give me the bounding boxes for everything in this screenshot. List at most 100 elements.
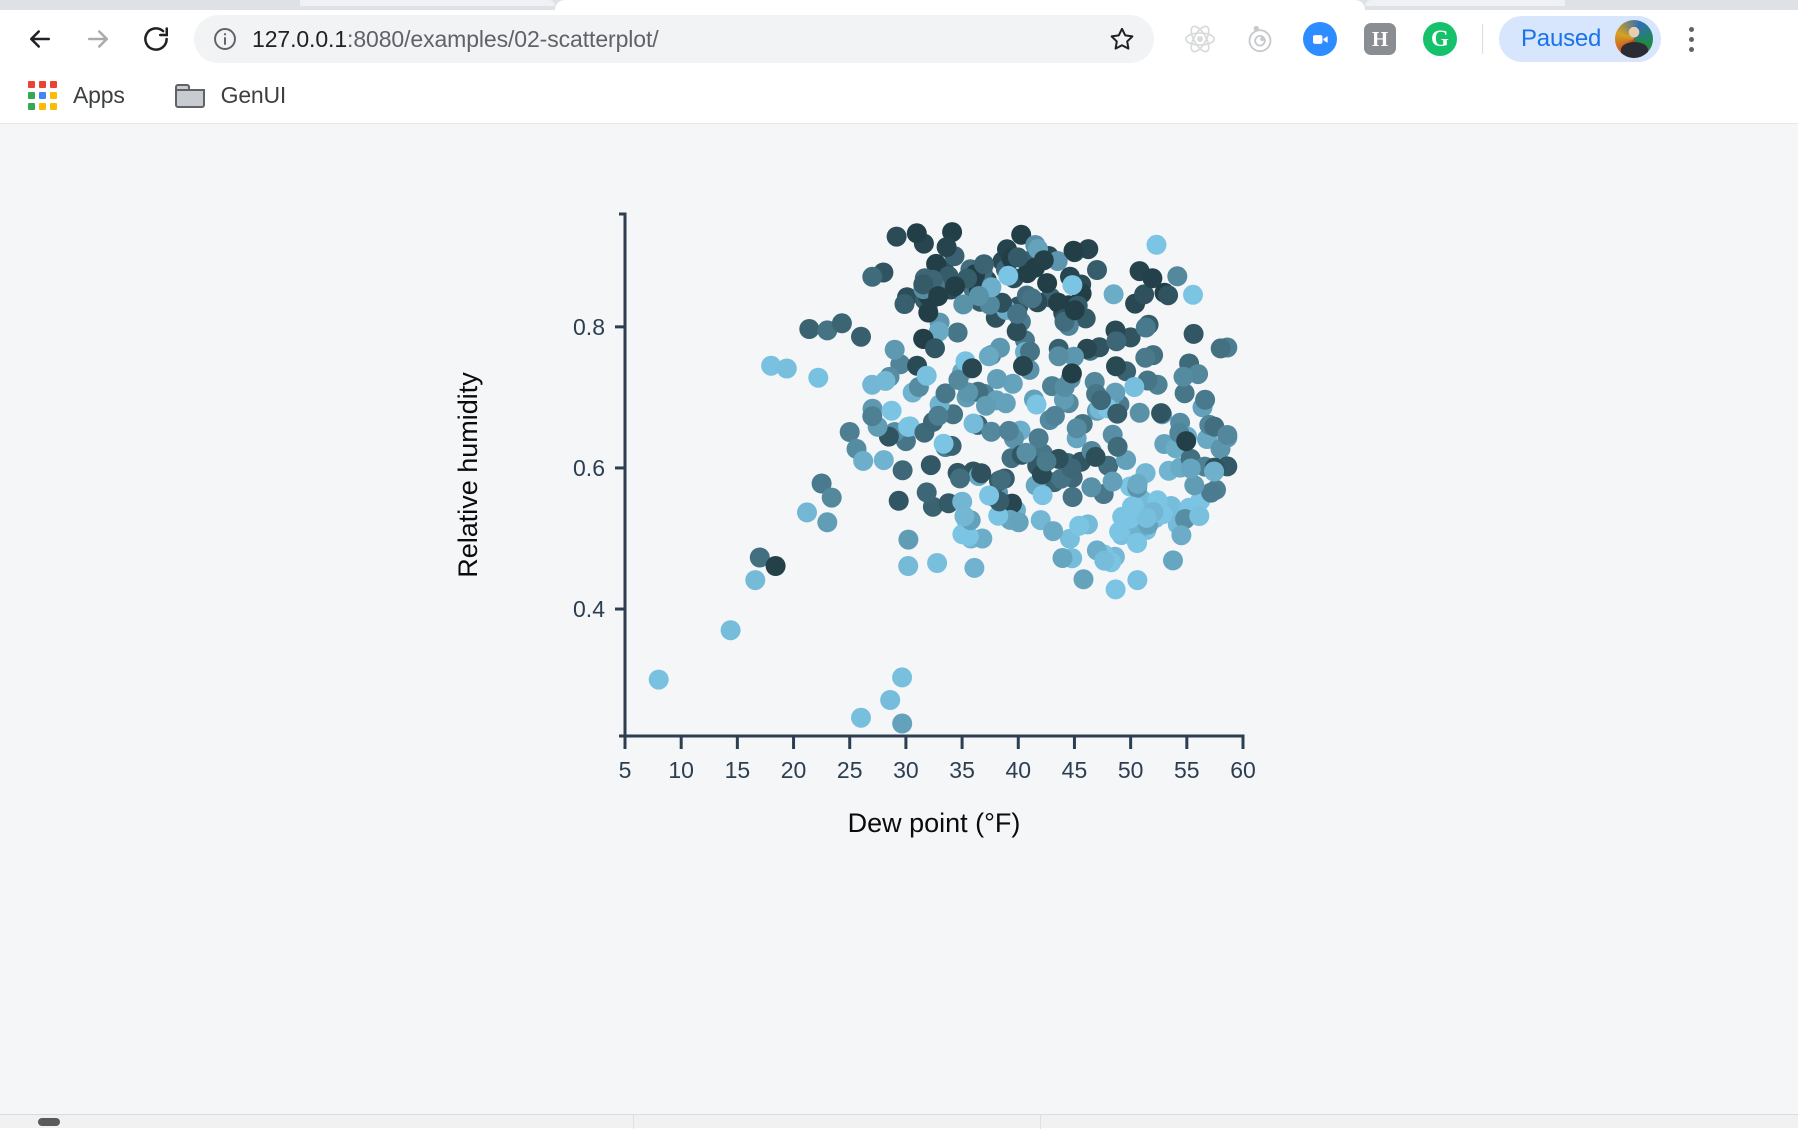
x-tick-label: 15: [725, 757, 751, 783]
orbit-extension-icon[interactable]: [1239, 18, 1281, 60]
folder-icon: [174, 83, 205, 108]
data-point: [1061, 363, 1082, 384]
data-point: [1171, 525, 1192, 546]
data-point: [1106, 356, 1126, 377]
url-text: 127.0.0.1:8080/examples/02-scatterplot/: [252, 26, 659, 53]
x-tick-label: 45: [1062, 757, 1088, 783]
data-point: [1135, 317, 1156, 338]
data-point: [1146, 234, 1167, 255]
data-point: [936, 237, 957, 258]
data-point: [1043, 521, 1064, 542]
data-point: [1008, 512, 1029, 533]
data-point: [1127, 473, 1148, 494]
forward-button[interactable]: [74, 15, 122, 63]
scrollbar-thumb[interactable]: [38, 1118, 60, 1126]
data-point: [920, 455, 941, 476]
data-point: [945, 276, 966, 297]
url-host: 127.0.0.1: [252, 25, 348, 52]
data-point: [978, 346, 999, 367]
profile-button[interactable]: Paused: [1499, 16, 1662, 62]
h-extension-icon[interactable]: H: [1359, 18, 1401, 60]
data-point: [1183, 323, 1204, 344]
data-points-group: [648, 222, 1238, 734]
data-point: [808, 367, 829, 388]
data-point: [1180, 458, 1201, 479]
y-tick-label: 0.8: [573, 314, 605, 340]
data-point: [1016, 442, 1037, 463]
kebab-menu-icon[interactable]: [1669, 17, 1713, 61]
data-point: [1069, 515, 1090, 536]
tab-strip: [0, 0, 1798, 10]
x-axis-title: Dew point (°F): [848, 808, 1021, 838]
data-point: [1037, 273, 1058, 294]
data-point: [971, 463, 992, 484]
y-tick-label: 0.4: [573, 596, 605, 622]
user-avatar: [1615, 20, 1654, 58]
grammarly-extension-icon[interactable]: G: [1419, 18, 1461, 60]
data-point: [1135, 347, 1156, 368]
data-point: [998, 420, 1019, 441]
data-point: [851, 707, 871, 728]
x-tick-label: 25: [837, 757, 863, 783]
data-point: [880, 690, 901, 710]
data-point: [1189, 506, 1210, 526]
data-point: [1107, 403, 1128, 424]
x-tick-label: 10: [668, 757, 694, 783]
data-point: [1062, 487, 1083, 507]
x-tick-label: 5: [619, 757, 632, 783]
data-point: [906, 223, 927, 244]
data-point: [821, 487, 842, 508]
address-bar[interactable]: 127.0.0.1:8080/examples/02-scatterplot/: [194, 15, 1154, 63]
bookmark-genui[interactable]: GenUI: [165, 77, 296, 114]
react-devtools-icon[interactable]: [1179, 18, 1221, 60]
data-point: [1026, 394, 1047, 415]
info-circle-icon[interactable]: [212, 26, 238, 52]
data-point: [974, 254, 994, 275]
kebab-dot: [1688, 36, 1694, 42]
bookmark-genui-label: GenUI: [220, 82, 287, 108]
data-point: [892, 713, 913, 734]
h-extension-label: H: [1364, 23, 1396, 55]
data-point: [1124, 377, 1145, 397]
data-point: [916, 482, 937, 503]
bookmark-star-icon[interactable]: [1102, 19, 1142, 59]
back-button[interactable]: [16, 15, 64, 63]
data-point: [1081, 477, 1102, 498]
data-point: [873, 450, 894, 471]
arrow-left-icon: [25, 24, 55, 54]
data-point: [1173, 366, 1194, 387]
data-point: [976, 395, 996, 416]
reload-button[interactable]: [132, 15, 180, 63]
data-point: [964, 557, 985, 578]
tab-inactive-left[interactable]: [300, 0, 555, 6]
zoom-extension-icon[interactable]: [1299, 18, 1341, 60]
tab-active[interactable]: [555, 0, 1365, 10]
data-point: [1033, 250, 1054, 271]
tab-inactive-right[interactable]: [1365, 0, 1565, 6]
apps-grid-icon: [28, 81, 57, 110]
data-point: [1106, 331, 1127, 352]
data-point: [950, 468, 970, 489]
data-point: [1103, 284, 1124, 305]
data-point: [1129, 402, 1150, 423]
data-point: [927, 553, 948, 573]
data-point: [928, 286, 949, 307]
data-point: [1127, 570, 1148, 591]
bookmark-apps-label: Apps: [73, 82, 125, 108]
data-point: [1204, 461, 1225, 482]
page-viewport: 0.4 0.6 0.8 Relative humidity 5 10 15 20 25 30 35 4…: [0, 124, 1798, 1114]
data-point: [1052, 548, 1073, 568]
data-point: [1091, 390, 1111, 411]
data-point: [963, 413, 984, 434]
data-point: [979, 485, 1000, 506]
data-point: [968, 286, 989, 306]
horizontal-scrollbar[interactable]: [0, 1114, 1798, 1129]
bookmark-apps[interactable]: Apps: [18, 76, 135, 115]
sync-status-label: Paused: [1521, 25, 1602, 52]
data-point: [933, 433, 954, 454]
x-tick-label: 35: [949, 757, 975, 783]
data-point: [1158, 285, 1179, 306]
data-point: [1184, 475, 1205, 496]
data-point: [954, 506, 975, 527]
data-point: [1183, 284, 1203, 305]
